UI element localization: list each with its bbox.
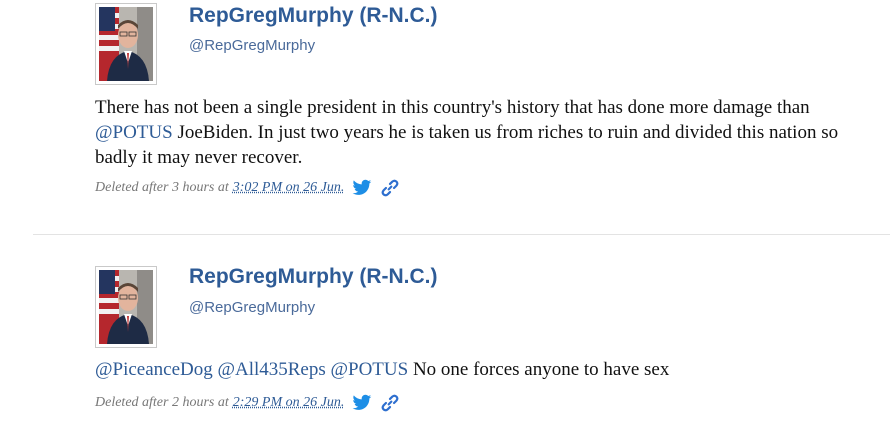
profile-photo <box>99 7 153 81</box>
mention-link[interactable]: @All435Reps <box>217 359 325 380</box>
avatar[interactable] <box>95 3 157 85</box>
tweet-card: RepGregMurphy (R-N.C.) @RepGregMurphy Th… <box>0 0 890 232</box>
tweet-text-part: There has not been a single president in… <box>95 97 810 118</box>
tweet-text: @PiceanceDog @All435Reps @POTUS No one f… <box>95 357 855 382</box>
twitter-bird-icon[interactable] <box>352 394 372 412</box>
handle[interactable]: @RepGregMurphy <box>189 37 315 54</box>
display-name[interactable]: RepGregMurphy (R-N.C.) <box>189 4 438 28</box>
deletion-meta: Deleted after 2 hours at 2:29 PM on 26 J… <box>95 394 400 412</box>
mention-link[interactable]: @POTUS <box>331 359 409 380</box>
timestamp-link[interactable]: 2:29 PM on 26 Jun. <box>233 395 345 411</box>
mention-link[interactable]: @PiceanceDog <box>95 359 213 380</box>
deleted-label: Deleted after 3 hours at <box>95 180 229 195</box>
link-icon[interactable] <box>380 179 400 197</box>
timestamp-link[interactable]: 3:02 PM on 26 Jun. <box>233 180 345 196</box>
deletion-meta: Deleted after 3 hours at 3:02 PM on 26 J… <box>95 179 400 197</box>
deleted-label: Deleted after 2 hours at <box>95 395 229 410</box>
handle[interactable]: @RepGregMurphy <box>189 299 315 316</box>
tweet-text-part: No one forces anyone to have sex <box>412 359 670 380</box>
mention-link[interactable]: @POTUS <box>95 122 173 143</box>
tweet-divider <box>33 234 890 235</box>
link-icon[interactable] <box>380 394 400 412</box>
avatar[interactable] <box>95 266 157 348</box>
twitter-bird-icon[interactable] <box>352 179 372 197</box>
profile-photo <box>99 270 153 344</box>
tweet-text-part: JoeBiden. In just two years he is taken … <box>95 122 839 168</box>
tweet-card: RepGregMurphy (R-N.C.) @RepGregMurphy @P… <box>0 237 890 432</box>
display-name[interactable]: RepGregMurphy (R-N.C.) <box>189 265 438 289</box>
tweet-text: There has not been a single president in… <box>95 95 855 170</box>
